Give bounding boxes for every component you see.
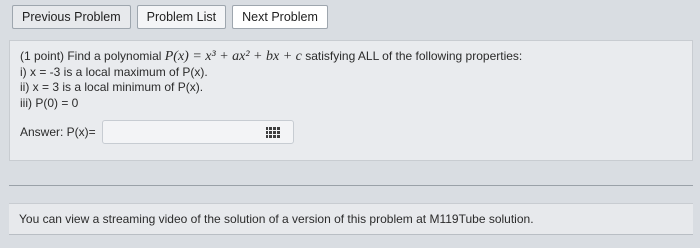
problem-list-button[interactable]: Problem List — [136, 5, 227, 29]
answer-row: Answer: P(x)= — [20, 120, 294, 144]
video-note: You can view a streaming video of the so… — [9, 203, 693, 235]
property-1: i) x = -3 is a local maximum of P(x). — [20, 64, 208, 79]
problem-intro-suffix: satisfying ALL of the following properti… — [305, 49, 523, 63]
polynomial-formula: P(x) = x³ + ax² + bx + c — [164, 49, 302, 64]
problem-panel: (1 point) Find a polynomial P(x) = x³ + … — [9, 40, 693, 161]
property-3: iii) P(0) = 0 — [20, 95, 79, 110]
answer-label: Answer: P(x)= — [20, 125, 96, 139]
problem-intro: (1 point) Find a polynomial P(x) = x³ + … — [20, 49, 522, 65]
video-note-text: You can view a streaming video of the so… — [19, 212, 427, 226]
grid-icon[interactable] — [265, 126, 280, 138]
section-divider — [9, 185, 693, 186]
video-note-period: . — [530, 212, 534, 226]
problem-statement: (1 point) Find a polynomial P(x) = x³ + … — [20, 49, 522, 111]
problem-intro-prefix: (1 point) Find a polynomial — [20, 49, 162, 63]
property-2: ii) x = 3 is a local minimum of P(x). — [20, 80, 204, 94]
next-problem-button[interactable]: Next Problem — [232, 5, 328, 29]
problem-nav: Previous Problem Problem List Next Probl… — [12, 5, 328, 29]
previous-problem-button[interactable]: Previous Problem — [12, 5, 131, 29]
video-solution-link[interactable]: M119Tube solution — [429, 212, 530, 226]
